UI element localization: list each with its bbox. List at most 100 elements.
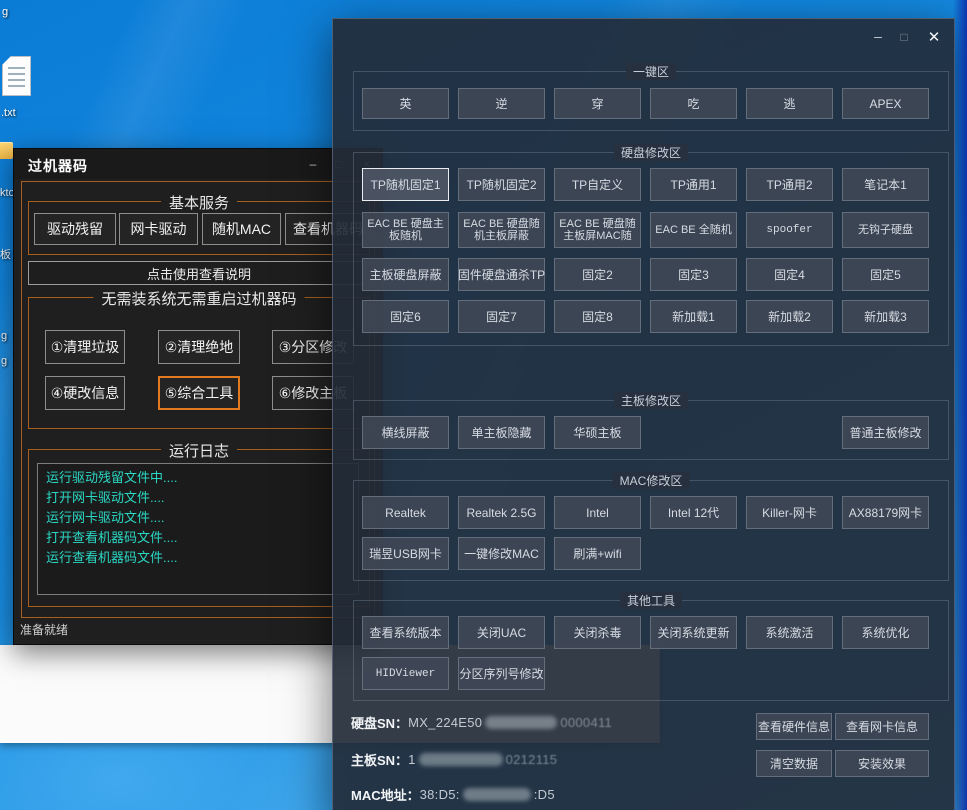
- btn-EAC BE 硬盘主板随机[interactable]: EAC BE 硬盘主板随机: [362, 212, 449, 248]
- btn-②清理绝地[interactable]: ②清理绝地: [158, 330, 240, 364]
- btn-AX88179网卡[interactable]: AX88179网卡: [842, 496, 929, 529]
- btn-④硬改信息[interactable]: ④硬改信息: [45, 376, 125, 410]
- btn-EAC BE 硬盘随主板屏MAC随[interactable]: EAC BE 硬盘随主板屏MAC随: [554, 212, 641, 248]
- btn-固定4[interactable]: 固定4: [746, 258, 833, 291]
- btn-Intel 12代[interactable]: Intel 12代: [650, 496, 737, 529]
- btn-Realtek[interactable]: Realtek: [362, 496, 449, 529]
- btn-TP通用1[interactable]: TP通用1: [650, 168, 737, 201]
- minimize-button[interactable]: –: [305, 157, 321, 171]
- desktop-icon-label[interactable]: g: [1, 355, 7, 367]
- desktop-icon-label[interactable]: g: [2, 6, 8, 18]
- desktop-icon-label[interactable]: g: [1, 330, 7, 342]
- btn-单主板隐藏[interactable]: 单主板隐藏: [458, 416, 545, 449]
- left-window-title: 过机器码: [28, 156, 88, 176]
- btn-固定5[interactable]: 固定5: [842, 258, 929, 291]
- btn-吃[interactable]: 吃: [650, 88, 737, 119]
- btn-固件硬盘通杀TP[interactable]: 固件硬盘通杀TP: [458, 258, 545, 291]
- btn-①清理垃圾[interactable]: ①清理垃圾: [45, 330, 125, 364]
- btn-逃[interactable]: 逃: [746, 88, 833, 119]
- install-effect-button[interactable]: 安装效果: [835, 750, 929, 777]
- desktop-icon-label[interactable]: 板: [0, 246, 11, 262]
- btn-TP随机固定1[interactable]: TP随机固定1: [362, 168, 449, 201]
- mac-address-value: 38:D5::D5: [420, 787, 555, 802]
- btn-EAC BE 硬盘随机主板屏蔽[interactable]: EAC BE 硬盘随机主板屏蔽: [458, 212, 545, 248]
- log-line: 运行驱动残留文件中....: [46, 468, 350, 488]
- btn-一键修改MAC[interactable]: 一键修改MAC: [458, 537, 545, 570]
- btn-固定6[interactable]: 固定6: [362, 300, 449, 333]
- btn-无钩子硬盘[interactable]: 无钩子硬盘: [842, 212, 929, 248]
- btn-固定7[interactable]: 固定7: [458, 300, 545, 333]
- btn-普通主板修改[interactable]: 普通主板修改: [842, 416, 929, 449]
- btn-主板硬盘屏蔽[interactable]: 主板硬盘屏蔽: [362, 258, 449, 291]
- group-硬盘修改区: 硬盘修改区TP随机固定1TP随机固定2TP自定义TP通用1TP通用2笔记本1EA…: [353, 152, 949, 346]
- right-window: – □ ✕ 硬盘SN： MX_224E500000411 主板SN： 10212…: [332, 18, 955, 810]
- btn-spoofer[interactable]: spoofer: [746, 212, 833, 248]
- group-title: MAC修改区: [613, 472, 690, 489]
- disk-sn-row: 硬盘SN： MX_224E500000411: [351, 713, 612, 731]
- group-title: 其他工具: [620, 592, 682, 609]
- folder-icon[interactable]: [0, 142, 13, 159]
- desktop: g .txt kto 板 g g 过机器码 – □ × 基本服务 点击使用查看说…: [0, 0, 967, 810]
- btn-TP通用2[interactable]: TP通用2: [746, 168, 833, 201]
- btn-随机MAC[interactable]: 随机MAC: [202, 213, 281, 245]
- board-sn-row: 主板SN： 10212115: [351, 750, 557, 768]
- btn-笔记本1[interactable]: 笔记本1: [842, 168, 929, 201]
- close-icon[interactable]: ✕: [924, 28, 944, 46]
- btn-关闭系统更新[interactable]: 关闭系统更新: [650, 616, 737, 649]
- log-line: 打开查看机器码文件....: [46, 528, 350, 548]
- btn-HIDViewer[interactable]: HIDViewer: [362, 657, 449, 690]
- btn-瑞昱USB网卡[interactable]: 瑞昱USB网卡: [362, 537, 449, 570]
- btn-华硕主板[interactable]: 华硕主板: [554, 416, 641, 449]
- btn-关闭UAC[interactable]: 关闭UAC: [458, 616, 545, 649]
- btn-新加载3[interactable]: 新加载3: [842, 300, 929, 333]
- log-box[interactable]: 运行驱动残留文件中....打开网卡驱动文件....运行网卡驱动文件....打开查…: [37, 463, 359, 595]
- board-sn-value: 10212115: [408, 752, 557, 767]
- btn-系统激活[interactable]: 系统激活: [746, 616, 833, 649]
- group-title: 无需装系统无需重启过机器码: [93, 288, 304, 309]
- btn-网卡驱动[interactable]: 网卡驱动: [119, 213, 198, 245]
- minimize-button[interactable]: –: [868, 28, 888, 44]
- view-hardware-info-button[interactable]: 查看硬件信息: [756, 713, 832, 740]
- view-nic-info-button[interactable]: 查看网卡信息: [835, 713, 929, 740]
- btn-英[interactable]: 英: [362, 88, 449, 119]
- btn-分区序列号修改[interactable]: 分区序列号修改: [458, 657, 545, 690]
- btn-⑤综合工具[interactable]: ⑤综合工具: [158, 376, 240, 410]
- status-text: 准备就绪: [20, 621, 68, 638]
- redaction-smudge: [463, 788, 531, 801]
- log-line: 运行查看机器码文件....: [46, 548, 350, 568]
- clear-data-button[interactable]: 清空数据: [756, 750, 832, 777]
- btn-查看系统版本[interactable]: 查看系统版本: [362, 616, 449, 649]
- desktop-right-edge: [953, 0, 967, 810]
- btn-逆[interactable]: 逆: [458, 88, 545, 119]
- disk-sn-value: MX_224E500000411: [408, 715, 612, 730]
- group-title: 主板修改区: [614, 392, 688, 409]
- btn-APEX[interactable]: APEX: [842, 88, 929, 119]
- usage-help-button[interactable]: 点击使用查看说明: [28, 261, 370, 285]
- btn-固定3[interactable]: 固定3: [650, 258, 737, 291]
- left-window-titlebar[interactable]: 过机器码 – □ ×: [14, 149, 382, 179]
- btn-新加载1[interactable]: 新加载1: [650, 300, 737, 333]
- group-title: 硬盘修改区: [614, 144, 688, 161]
- btn-刷满+wifi[interactable]: 刷满+wifi: [554, 537, 641, 570]
- text-file-label[interactable]: .txt: [1, 107, 16, 119]
- btn-穿[interactable]: 穿: [554, 88, 641, 119]
- btn-Realtek 2.5G[interactable]: Realtek 2.5G: [458, 496, 545, 529]
- btn-EAC BE 全随机[interactable]: EAC BE 全随机: [650, 212, 737, 248]
- redaction-smudge: [485, 716, 557, 729]
- maximize-button[interactable]: □: [894, 30, 914, 44]
- btn-新加载2[interactable]: 新加载2: [746, 300, 833, 333]
- btn-系统优化[interactable]: 系统优化: [842, 616, 929, 649]
- btn-TP随机固定2[interactable]: TP随机固定2: [458, 168, 545, 201]
- btn-TP自定义[interactable]: TP自定义: [554, 168, 641, 201]
- log-line: 运行网卡驱动文件....: [46, 508, 350, 528]
- btn-横线屏蔽[interactable]: 横线屏蔽: [362, 416, 449, 449]
- btn-Killer-网卡[interactable]: Killer-网卡: [746, 496, 833, 529]
- text-file-icon[interactable]: [2, 56, 31, 96]
- btn-固定2[interactable]: 固定2: [554, 258, 641, 291]
- btn-关闭杀毒[interactable]: 关闭杀毒: [554, 616, 641, 649]
- btn-固定8[interactable]: 固定8: [554, 300, 641, 333]
- btn-Intel[interactable]: Intel: [554, 496, 641, 529]
- btn-驱动残留[interactable]: 驱动残留: [34, 213, 116, 245]
- group-主板修改区: 主板修改区横线屏蔽单主板隐藏华硕主板普通主板修改: [353, 400, 949, 460]
- group-MAC修改区: MAC修改区RealtekRealtek 2.5GIntelIntel 12代K…: [353, 480, 949, 581]
